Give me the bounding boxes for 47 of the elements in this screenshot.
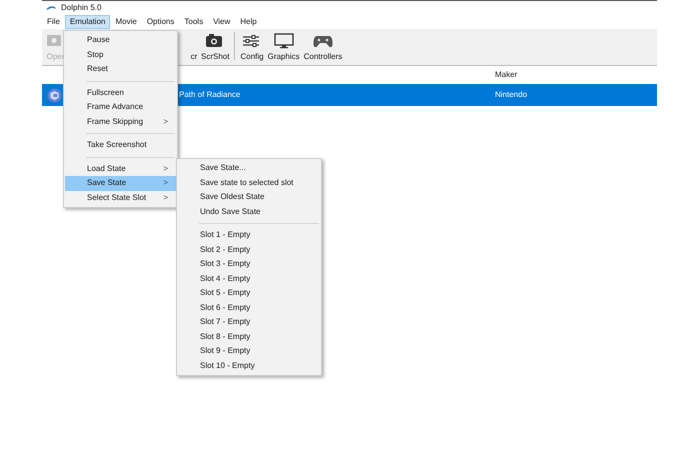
- menu-item[interactable]: Save state to selected slot: [178, 176, 320, 190]
- toolbar-button[interactable]: Config: [238, 33, 266, 63]
- menu-item[interactable]: Movie: [110, 15, 142, 29]
- menu-item[interactable]: Pause: [65, 33, 176, 48]
- menu-item[interactable]: Undo Save State: [178, 204, 320, 219]
- menu-item[interactable]: Options: [142, 15, 180, 29]
- menu-item[interactable]: Save Oldest State: [178, 190, 320, 204]
- menu-item[interactable]: Slot 8 - Empty: [178, 330, 320, 344]
- menu-item[interactable]: Frame Skipping >: [65, 114, 176, 129]
- monitor-icon: [274, 33, 294, 49]
- dolphin-icon: [45, 4, 57, 12]
- menu-item[interactable]: View: [208, 15, 236, 29]
- menu-item[interactable]: File: [42, 15, 65, 29]
- menu-item[interactable]: Reset: [65, 62, 176, 76]
- menu-item[interactable]: Stop: [65, 48, 176, 62]
- column-header[interactable]: Maker: [495, 69, 518, 81]
- menu-item[interactable]: Fullscreen: [65, 86, 176, 100]
- menu-item[interactable]: Save State >: [65, 176, 176, 190]
- menu-item[interactable]: Slot 3 - Empty: [178, 257, 320, 272]
- menu-item[interactable]: Load State >: [65, 162, 176, 176]
- toolbar-button[interactable]: ScrShot: [199, 33, 232, 63]
- menu-item[interactable]: Slot 1 - Empty: [178, 228, 320, 242]
- menu-item[interactable]: Slot 9 - Empty: [178, 344, 320, 358]
- menu-item[interactable]: Tools: [179, 15, 208, 29]
- game-maker: Nintendo: [495, 89, 528, 101]
- game-title: Path of Radiance: [179, 89, 242, 101]
- menu-item[interactable]: Help: [235, 15, 262, 29]
- menu-item[interactable]: Save State...: [178, 161, 320, 176]
- menu-item[interactable]: Slot 6 - Empty: [178, 300, 320, 315]
- toolbar-button[interactable]: Controllers: [302, 33, 344, 63]
- menu-item[interactable]: Slot 5 - Empty: [178, 286, 320, 300]
- menu-item[interactable]: Slot 4 - Empty: [178, 272, 320, 286]
- toolbar-button[interactable]: Graphics: [266, 33, 302, 63]
- menu-item[interactable]: Slot 10 - Empty: [178, 358, 320, 373]
- submenu-arrow: >: [163, 177, 168, 190]
- submenu-arrow: >: [163, 192, 168, 204]
- window-title: Dolphin 5.0: [61, 2, 102, 14]
- submenu-arrow: >: [163, 162, 168, 175]
- toolbar-button[interactable]: cr: [189, 51, 199, 63]
- menu-item[interactable]: Slot 7 - Empty: [178, 315, 320, 330]
- gamecube-icon: [47, 88, 62, 102]
- submenu-arrow: >: [163, 116, 168, 128]
- gamepad-icon: [312, 33, 333, 49]
- menu-item[interactable]: Slot 2 - Empty: [178, 242, 320, 257]
- menu-item[interactable]: Select State Slot >: [65, 190, 176, 205]
- menu-item[interactable]: Emulation: [64, 15, 110, 29]
- menu-item[interactable]: Take Screenshot: [65, 138, 176, 152]
